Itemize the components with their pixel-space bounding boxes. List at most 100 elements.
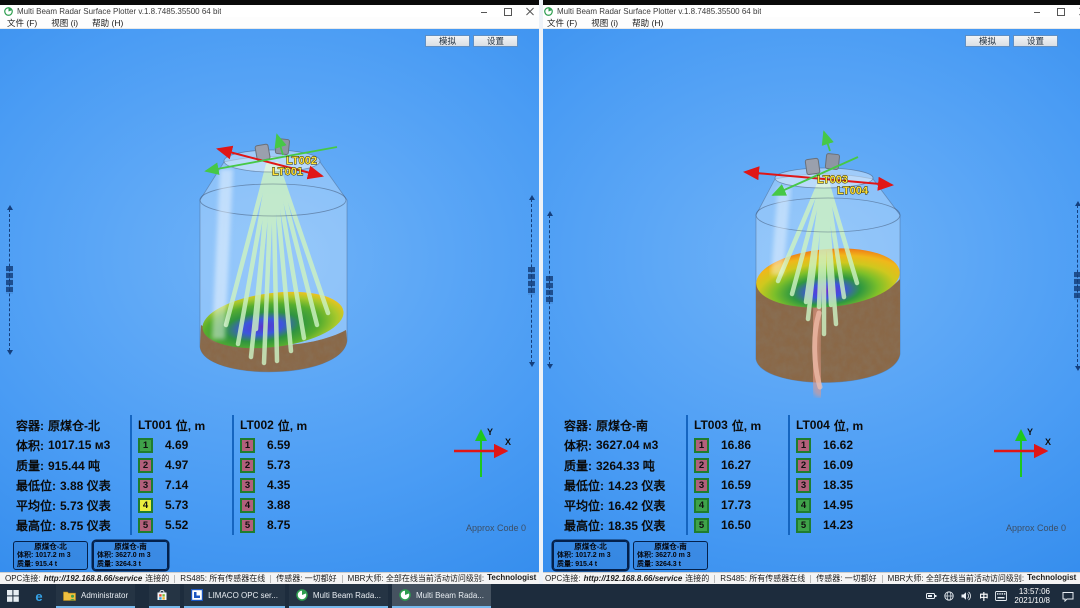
- taskbar-app-label: LIMACO OPC ser...: [208, 591, 278, 600]
- up-direction-arrow: [824, 132, 830, 151]
- sensor-label: LT004: [837, 185, 869, 197]
- rs485-status: RS485: 所有传感器在线: [720, 573, 805, 584]
- edge-button[interactable]: e: [26, 584, 52, 608]
- beam-status-badge: 1: [240, 438, 255, 453]
- beam-level: 16.59: [721, 478, 751, 492]
- row-label: 最低位:: [16, 477, 56, 494]
- tab-volume: 体积: 1017.2 m 3: [17, 551, 84, 560]
- menu-help[interactable]: 帮助 (H): [92, 17, 123, 29]
- row-label: 容器:: [564, 417, 592, 434]
- taskbar-app-multibeam-2[interactable]: Multi Beam Rada...: [392, 584, 491, 608]
- taskbar-app-label: Multi Beam Rada...: [313, 591, 381, 600]
- edge-icon: e: [35, 589, 42, 604]
- status-bar: OPC连接: http://192.168.8.66/service 连接的 R…: [0, 572, 540, 584]
- row-value: 5.73 仪表: [60, 497, 111, 514]
- y-axis-label: Y: [487, 427, 493, 437]
- settings-button[interactable]: 设置: [1013, 35, 1058, 47]
- system-tray: 中 13:57:06 2021/10/8: [926, 584, 1080, 608]
- measurement-panel: 容器:原煤仓-北 体积:1017.15 м3 质量:915.44 吨 最低位:3…: [16, 415, 328, 535]
- beam-status-badge: 4: [796, 498, 811, 513]
- mbr-status: MBR大师: 全部在线: [888, 573, 958, 584]
- title-bar[interactable]: Multi Beam Radar Surface Plotter v.1.8.7…: [0, 5, 540, 17]
- maximize-icon[interactable]: [502, 6, 512, 16]
- notification-center-icon[interactable]: [1062, 591, 1074, 602]
- menu-file[interactable]: 文件 (F): [547, 17, 577, 29]
- beam-status-badge: 5: [796, 518, 811, 533]
- silo-tab-north[interactable]: 原煤仓-北 体积: 1017.2 m 3 质量: 915.4 t: [553, 541, 628, 570]
- tab-volume: 体积: 3627.0 m 3: [637, 551, 704, 560]
- taskbar-app-administrator[interactable]: Administrator: [56, 584, 135, 608]
- taskbar-app-multibeam-1[interactable]: Multi Beam Rada...: [289, 584, 388, 608]
- clock-time: 13:57:06: [1014, 587, 1050, 596]
- minimize-icon[interactable]: [479, 6, 489, 16]
- menu-view[interactable]: 视图 (i): [51, 17, 78, 29]
- maximize-icon[interactable]: [1055, 6, 1065, 16]
- silo-summary-tabs: 原煤仓-北 体积: 1017.2 m 3 质量: 915.4 t 原煤仓-南 体…: [13, 541, 168, 570]
- viewport-3d[interactable]: 模拟 设置: [540, 29, 1080, 572]
- menu-help[interactable]: 帮助 (H): [632, 17, 663, 29]
- touch-keyboard-icon[interactable]: [995, 591, 1007, 601]
- access-level-label: 当前活动访问级别:: [958, 573, 1024, 584]
- tab-mass: 质量: 915.4 t: [17, 560, 84, 569]
- row-value: 原煤仓-北: [48, 417, 100, 434]
- row-label: 平均位:: [16, 497, 56, 514]
- volume-icon[interactable]: [961, 591, 972, 601]
- network-globe-icon[interactable]: [944, 591, 954, 601]
- simulate-button[interactable]: 模拟: [965, 35, 1010, 47]
- minimize-icon[interactable]: [1032, 6, 1042, 16]
- silo-tab-north[interactable]: 原煤仓-北 体积: 1017.2 m 3 质量: 915.4 t: [13, 541, 88, 570]
- row-value: 3.88 仪表: [60, 477, 111, 494]
- beam-status-badge: 5: [138, 518, 153, 533]
- silo-tab-south[interactable]: 原煤仓-南 体积: 3627.0 m 3 质量: 3264.3 t: [93, 541, 168, 570]
- viewport-3d[interactable]: 模拟 设置: [0, 29, 540, 572]
- start-button[interactable]: [0, 584, 26, 608]
- beam-level: 4.97: [165, 458, 188, 472]
- row-label: 体积:: [16, 437, 44, 454]
- rs485-status: RS485: 所有传感器在线: [180, 573, 265, 584]
- tab-mass: 质量: 3264.3 t: [97, 560, 164, 569]
- tab-mass: 质量: 915.4 t: [557, 560, 624, 569]
- height-ruler-right: [527, 195, 536, 367]
- taskbar-clock[interactable]: 13:57:06 2021/10/8: [1014, 587, 1050, 605]
- row-label: 质量:: [16, 457, 44, 474]
- beam-level: 16.27: [721, 458, 751, 472]
- sensor-unit: 位, m: [834, 417, 863, 434]
- sensor-column-lt002: LT002位, m 16.59 25.73 34.35 43.88 58.75: [240, 415, 328, 535]
- taskbar-app-store[interactable]: [149, 584, 180, 608]
- menu-view[interactable]: 视图 (i): [591, 17, 618, 29]
- store-bag-icon: [156, 589, 168, 601]
- silo-summary-tabs: 原煤仓-北 体积: 1017.2 m 3 质量: 915.4 t 原煤仓-南 体…: [553, 541, 708, 570]
- opc-state: 连接的: [145, 573, 169, 584]
- menu-file[interactable]: 文件 (F): [7, 17, 37, 29]
- status-bar: OPC连接: http://192.168.8.66/service 连接的 R…: [540, 572, 1080, 584]
- beam-status-badge: 2: [694, 458, 709, 473]
- beam-status-badge: 3: [138, 478, 153, 493]
- beam-status-badge: 5: [240, 518, 255, 533]
- beam-level: 3.88: [267, 498, 290, 512]
- power-plug-icon[interactable]: [926, 591, 937, 601]
- row-label: 最高位:: [16, 517, 56, 534]
- row-label: 最高位:: [564, 517, 604, 534]
- sensor-name: LT004: [796, 418, 830, 432]
- row-value: 16.42 仪表: [608, 497, 665, 514]
- ime-language-indicator[interactable]: 中: [979, 590, 988, 603]
- multibeam-radar-icon: [296, 589, 308, 601]
- simulate-button[interactable]: 模拟: [425, 35, 470, 47]
- sensor-name: LT002: [240, 418, 274, 432]
- row-value: 3264.33 吨: [596, 457, 655, 474]
- beam-level: 14.23: [823, 518, 853, 532]
- app-window-south: Multi Beam Radar Surface Plotter v.1.8.7…: [540, 5, 1080, 584]
- beam-level: 18.35: [823, 478, 853, 492]
- close-icon[interactable]: [525, 6, 535, 16]
- settings-button[interactable]: 设置: [473, 35, 518, 47]
- tab-title: 原煤仓-南: [637, 543, 704, 551]
- title-bar[interactable]: Multi Beam Radar Surface Plotter v.1.8.7…: [540, 5, 1080, 17]
- taskbar-app-limaco-opc[interactable]: LIMACO OPC ser...: [184, 584, 285, 608]
- multibeam-radar-icon: [399, 589, 411, 601]
- silo-tab-south[interactable]: 原煤仓-南 体积: 3627.0 m 3 质量: 3264.3 t: [633, 541, 708, 570]
- beam-level: 14.95: [823, 498, 853, 512]
- sensor-unit: 位, m: [278, 417, 307, 434]
- tab-volume: 体积: 3627.0 m 3: [97, 551, 164, 560]
- sensor-unit: 位, m: [176, 417, 205, 434]
- taskbar-app-label: Multi Beam Rada...: [416, 591, 484, 600]
